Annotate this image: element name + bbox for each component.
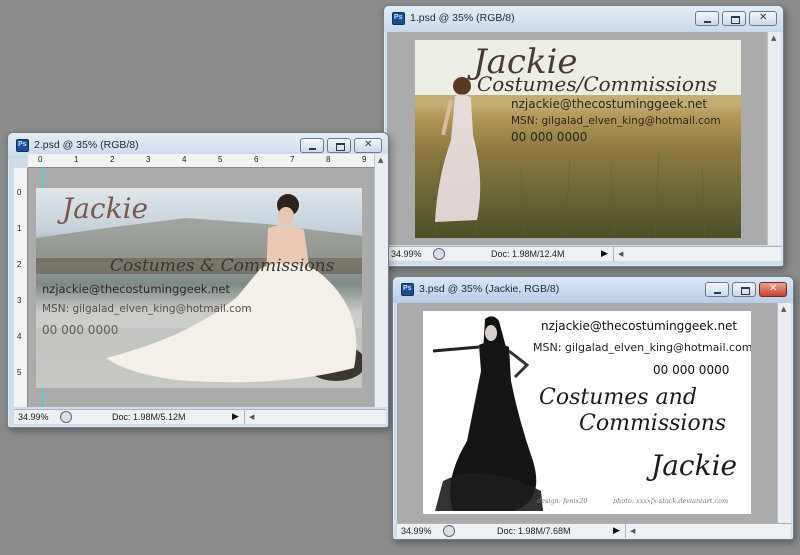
photoshop-doc-icon bbox=[16, 139, 29, 152]
card-name: Jackie bbox=[651, 449, 738, 482]
close-button[interactable] bbox=[759, 282, 787, 297]
vertical-ruler[interactable]: 0 1 2 3 4 5 bbox=[14, 168, 28, 407]
status-bar: 34.99% Doc: 1.98M/7.68M ▶ ◀ bbox=[397, 523, 791, 538]
status-menu-arrow-icon[interactable]: ▶ bbox=[232, 411, 239, 422]
maximize-button[interactable] bbox=[732, 282, 756, 297]
maximize-button[interactable] bbox=[722, 11, 746, 26]
scroll-left-arrow-icon[interactable]: ◀ bbox=[249, 413, 254, 421]
status-info-icon[interactable] bbox=[433, 248, 445, 260]
scroll-up-arrow-icon[interactable]: ▲ bbox=[781, 305, 786, 313]
zoom-level[interactable]: 34.99% bbox=[391, 249, 429, 259]
doc-size-info: Doc: 1.98M/5.12M bbox=[112, 412, 186, 422]
business-card-canvas[interactable]: Jackie Costumes/Commissions nzjackie@the… bbox=[415, 40, 741, 238]
card-tagline: Costumes & Commissions bbox=[110, 256, 335, 276]
window-title: 1.psd @ 35% (RGB/8) bbox=[410, 12, 515, 24]
business-card-canvas[interactable]: Jackie Costumes & Commissions nzjackie@t… bbox=[36, 188, 362, 388]
horizontal-scrollbar[interactable]: ◀ bbox=[613, 247, 781, 261]
minimize-button[interactable] bbox=[695, 11, 719, 26]
horizontal-ruler[interactable]: 0 1 2 3 4 5 6 7 8 9 bbox=[28, 154, 374, 168]
design-credit: design: fenix20 bbox=[537, 497, 588, 505]
scroll-up-arrow-icon[interactable]: ▲ bbox=[771, 34, 776, 42]
card-name: Jackie bbox=[62, 192, 149, 225]
card-tagline-line2: Commissions bbox=[579, 411, 727, 436]
canvas-area[interactable]: Jackie Costumes & Commissions nzjackie@t… bbox=[28, 168, 374, 407]
canvas-area[interactable]: Jackie Costumes/Commissions nzjackie@the… bbox=[387, 32, 767, 245]
canvas-area[interactable]: nzjackie@thecostuminggeek.net MSN: gilga… bbox=[397, 303, 777, 523]
card-msn: MSN: gilgalad_elven_king@hotmail.com bbox=[42, 303, 252, 315]
status-info-icon[interactable] bbox=[443, 525, 455, 537]
card-phone: 00 000 0000 bbox=[511, 130, 588, 144]
document-window-2[interactable]: 2.psd @ 35% (RGB/8) 0 1 2 3 4 5 6 7 8 9 … bbox=[7, 132, 389, 428]
photoshop-doc-icon bbox=[392, 12, 405, 25]
card-email: nzjackie@thecostuminggeek.net bbox=[42, 282, 230, 296]
minimize-button[interactable] bbox=[705, 282, 729, 297]
card-msn: MSN: gilgalad_elven_king@hotmail.com bbox=[511, 115, 721, 127]
scroll-left-arrow-icon[interactable]: ◀ bbox=[618, 250, 623, 258]
close-button[interactable] bbox=[749, 11, 777, 26]
card-email: nzjackie@thecostuminggeek.net bbox=[511, 97, 708, 111]
card-tagline: Costumes/Commissions bbox=[477, 72, 718, 96]
document-window-3[interactable]: 3.psd @ 35% (Jackie, RGB/8) nzjackie@the… bbox=[392, 276, 794, 540]
status-bar: 34.99% Doc: 1.98M/5.12M ▶ ◀ bbox=[14, 409, 386, 424]
card-tagline-line1: Costumes and bbox=[539, 385, 697, 410]
vertical-scrollbar[interactable]: ▲ bbox=[777, 303, 791, 523]
zoom-level[interactable]: 34.99% bbox=[18, 412, 56, 422]
title-bar[interactable]: 3.psd @ 35% (Jackie, RGB/8) bbox=[393, 277, 793, 303]
window-title: 3.psd @ 35% (Jackie, RGB/8) bbox=[419, 283, 560, 295]
status-menu-arrow-icon[interactable]: ▶ bbox=[613, 525, 620, 536]
doc-size-info: Doc: 1.98M/7.68M bbox=[497, 526, 571, 536]
document-window-1[interactable]: 1.psd @ 35% (RGB/8) Ja bbox=[383, 5, 784, 267]
minimize-button[interactable] bbox=[300, 138, 324, 153]
horizontal-scrollbar[interactable]: ◀ bbox=[244, 410, 386, 424]
card-email: nzjackie@thecostuminggeek.net bbox=[541, 319, 738, 333]
horizontal-scrollbar[interactable]: ◀ bbox=[625, 524, 791, 538]
status-info-icon[interactable] bbox=[60, 411, 72, 423]
vertical-scrollbar[interactable]: ▲ bbox=[374, 154, 388, 407]
card-phone: 00 000 0000 bbox=[653, 363, 730, 377]
status-bar: 34.99% Doc: 1.98M/12.4M ▶ ◀ bbox=[387, 246, 781, 261]
status-menu-arrow-icon[interactable]: ▶ bbox=[601, 248, 608, 259]
scroll-up-arrow-icon[interactable]: ▲ bbox=[378, 156, 383, 164]
vertical-scrollbar[interactable]: ▲ bbox=[767, 32, 781, 245]
title-bar[interactable]: 1.psd @ 35% (RGB/8) bbox=[384, 6, 783, 32]
business-card-canvas[interactable]: nzjackie@thecostuminggeek.net MSN: gilga… bbox=[423, 311, 751, 514]
maximize-button[interactable] bbox=[327, 138, 351, 153]
card-phone: 00 000 0000 bbox=[42, 323, 119, 337]
scroll-left-arrow-icon[interactable]: ◀ bbox=[630, 527, 635, 535]
close-button[interactable] bbox=[354, 138, 382, 153]
zoom-level[interactable]: 34.99% bbox=[401, 526, 439, 536]
window-title: 2.psd @ 35% (RGB/8) bbox=[34, 139, 139, 151]
card-msn: MSN: gilgalad_elven_king@hotmail.com bbox=[533, 341, 751, 354]
photoshop-doc-icon bbox=[401, 283, 414, 296]
doc-size-info: Doc: 1.98M/12.4M bbox=[491, 249, 565, 259]
photo-credit: photo: xxxxfx-stock.deviantart.com bbox=[613, 497, 729, 505]
